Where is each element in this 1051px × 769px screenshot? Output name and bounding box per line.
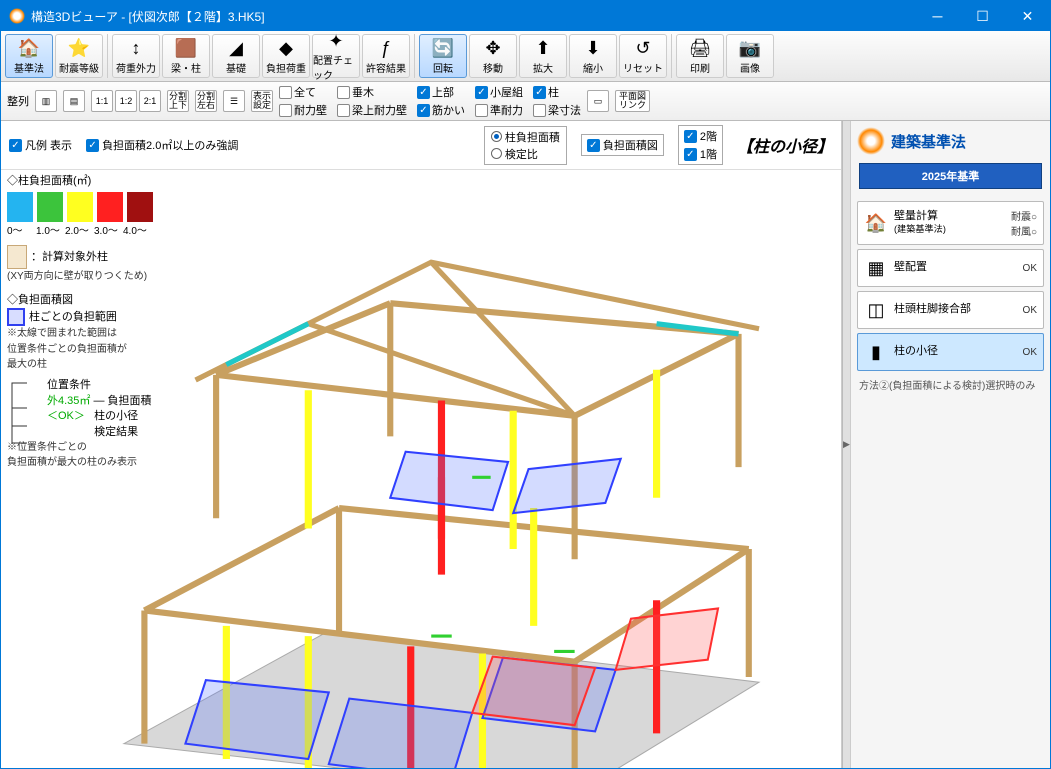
sidebar-item-壁配置[interactable]: ▦ 壁配置 OK [857, 249, 1044, 287]
柱の小径-icon: ▮ [864, 340, 888, 364]
縮小-icon: ⬇ [582, 38, 604, 60]
app-icon [9, 8, 25, 24]
floor-checks: 2階1階 [678, 125, 723, 165]
sidebar-item-柱頭柱脚接合部[interactable]: ◫ 柱頭柱脚接合部 OK [857, 291, 1044, 329]
emphasis-checkbox[interactable] [86, 139, 99, 152]
main-toolbar: 🏠基準法⭐耐震等級↕荷重外力🟫梁・柱◢基礎◆負担荷重✦配置チェックƒ許容結果🔄回… [1, 31, 1050, 82]
check-梁寸法[interactable] [533, 104, 546, 117]
color-swatch-1 [37, 192, 63, 222]
toolbar-縮小[interactable]: ⬇縮小 [569, 34, 617, 78]
color-swatch-3 [97, 192, 123, 222]
toolbar-印刷[interactable]: 🖨印刷 [676, 34, 724, 78]
ratio-1:2[interactable]: 1:2 [115, 90, 137, 112]
sidebar-item-壁量計算[interactable]: 🏠 壁量計算(建築基準法) 耐震○ 耐風○ [857, 201, 1044, 245]
window-title: 構造3Dビューア - [伏図次郎【２階】3.HK5] [31, 8, 915, 25]
toolbar-移動[interactable]: ✥移動 [469, 34, 517, 78]
legend-show-checkbox[interactable] [9, 139, 22, 152]
radio-検定比[interactable]: 検定比 [491, 146, 560, 162]
align-label: 整列 [7, 93, 29, 109]
align-stack-icon[interactable]: ▤ [63, 90, 85, 112]
legend-panel: ◇柱負担面積(㎡) 0～1.0～2.0～3.0～4.0～ ：計算対象外柱 (XY… [7, 174, 207, 471]
移動-icon: ✥ [482, 38, 504, 60]
split-ud-button[interactable]: 分割 上下 [167, 90, 189, 112]
sidebar: 建築基準法 2025年基準 🏠 壁量計算(建築基準法) 耐震○ 耐風○ ▦ 壁配置… [850, 121, 1050, 768]
toolbar-許容結果[interactable]: ƒ許容結果 [362, 34, 410, 78]
基礎-icon: ◢ [225, 38, 247, 60]
check-柱[interactable] [533, 86, 546, 99]
options-bar: 整列 ▥ ▤ 1:11:22:1 分割 上下 分割 左右 ☰ 表示 設定 全て垂… [1, 82, 1050, 121]
display-list-icon[interactable]: ☰ [223, 90, 245, 112]
mode-radio-group: 柱負担面積検定比 [484, 126, 567, 165]
toolbar-荷重外力[interactable]: ↕荷重外力 [112, 34, 160, 78]
toolbar-梁・柱[interactable]: 🟫梁・柱 [162, 34, 210, 78]
check-耐力壁[interactable] [279, 104, 292, 117]
plan-link-icon[interactable]: ▭ [587, 90, 609, 112]
area-diagram-checkbox[interactable] [587, 139, 600, 152]
梁・柱-icon: 🟫 [175, 38, 197, 60]
壁量計算-icon: 🏠 [864, 211, 888, 235]
荷重外力-icon: ↕ [125, 38, 147, 60]
viewport[interactable]: ◇柱負担面積(㎡) 0～1.0～2.0～3.0～4.0～ ：計算対象外柱 (XY… [1, 170, 841, 768]
toolbar-耐震等級[interactable]: ⭐耐震等級 [55, 34, 103, 78]
リセット-icon: ↺ [632, 38, 654, 60]
check-垂木[interactable] [337, 86, 350, 99]
柱頭柱脚接合部-icon: ◫ [864, 298, 888, 322]
toolbar-基礎[interactable]: ◢基礎 [212, 34, 260, 78]
color-swatch-2 [67, 192, 93, 222]
check-小屋組[interactable] [475, 86, 488, 99]
maximize-button[interactable]: ☐ [960, 1, 1005, 31]
印刷-icon: 🖨 [689, 38, 711, 60]
check-梁上耐力壁[interactable] [337, 104, 350, 117]
ratio-1:1[interactable]: 1:1 [91, 90, 113, 112]
law-icon [857, 127, 885, 155]
excluded-column-icon [7, 245, 27, 269]
app-window: 構造3Dビューア - [伏図次郎【２階】3.HK5] ─ ☐ ✕ 🏠基準法⭐耐震… [0, 0, 1051, 769]
sidebar-collapse-handle[interactable]: ▶ [842, 121, 850, 768]
toolbar-拡大[interactable]: ⬆拡大 [519, 34, 567, 78]
sidebar-note: 方法②(負担面積による検討)選択時のみ [851, 375, 1050, 394]
sidebar-item-柱の小径[interactable]: ▮ 柱の小径 OK [857, 333, 1044, 371]
toolbar-画像[interactable]: 📷画像 [726, 34, 774, 78]
回転-icon: 🔄 [432, 38, 454, 60]
toolbar-リセット[interactable]: ↺リセット [619, 34, 667, 78]
align-grid-icon[interactable]: ▥ [35, 90, 57, 112]
section-title: 【柱の小径】 [737, 133, 833, 157]
check-筋かい[interactable] [417, 104, 430, 117]
plan-link-button[interactable]: 平面図 リンク [615, 90, 650, 112]
画像-icon: 📷 [739, 38, 761, 60]
check-上部[interactable] [417, 86, 430, 99]
close-button[interactable]: ✕ [1005, 1, 1050, 31]
legend-header: ◇柱負担面積(㎡) [7, 174, 207, 189]
radio-柱負担面積[interactable]: 柱負担面積 [491, 129, 560, 145]
floor-1階[interactable] [684, 148, 697, 161]
負担荷重-icon: ◆ [275, 38, 297, 60]
toolbar-配置チェック[interactable]: ✦配置チェック [312, 34, 360, 78]
minimize-button[interactable]: ─ [915, 1, 960, 31]
display-settings-button[interactable]: 表示 設定 [251, 90, 273, 112]
split-lr-button[interactable]: 分割 左右 [195, 90, 217, 112]
color-swatch-0 [7, 192, 33, 222]
toolbar-基準法[interactable]: 🏠基準法 [5, 34, 53, 78]
color-swatch-4 [127, 192, 153, 222]
check-準耐力[interactable] [475, 104, 488, 117]
壁配置-icon: ▦ [864, 256, 888, 280]
耐震等級-icon: ⭐ [68, 38, 90, 60]
legend-lines-icon [7, 378, 47, 448]
check-全て[interactable] [279, 86, 292, 99]
titlebar: 構造3Dビューア - [伏図次郎【２階】3.HK5] ─ ☐ ✕ [1, 1, 1050, 31]
per-column-range-icon [7, 308, 25, 326]
floor-2階[interactable] [684, 130, 697, 143]
sub-options-bar: 凡例 表示 負担面積2.0㎡以上のみ強調 柱負担面積検定比 負担面積図 2階1階… [1, 121, 841, 170]
sidebar-header: 建築基準法 [851, 121, 1050, 161]
基準法-icon: 🏠 [18, 38, 40, 60]
配置チェック-icon: ✦ [325, 31, 347, 52]
許容結果-icon: ƒ [375, 38, 397, 60]
拡大-icon: ⬆ [532, 38, 554, 60]
main-panel: 凡例 表示 負担面積2.0㎡以上のみ強調 柱負担面積検定比 負担面積図 2階1階… [1, 121, 842, 768]
year-standard-button[interactable]: 2025年基準 [859, 163, 1042, 189]
ratio-2:1[interactable]: 2:1 [139, 90, 161, 112]
toolbar-負担荷重[interactable]: ◆負担荷重 [262, 34, 310, 78]
area-diagram-header: ◇負担面積図 [7, 293, 207, 308]
toolbar-回転[interactable]: 🔄回転 [419, 34, 467, 78]
